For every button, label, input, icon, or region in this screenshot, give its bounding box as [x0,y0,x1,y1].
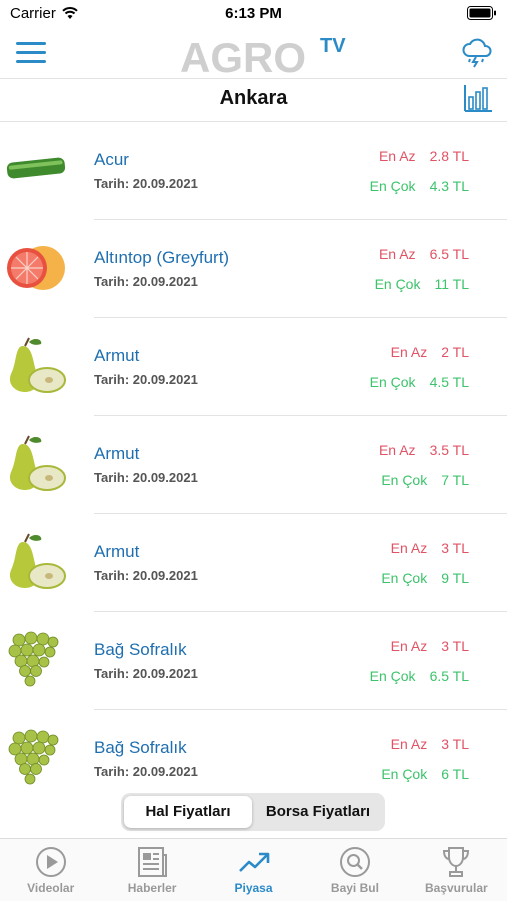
pear-icon [9,533,66,589]
list-item[interactable]: Altıntop (Greyfurt) Tarih: 20.09.2021 En… [0,220,507,318]
min-label: En Az [390,736,428,752]
max-value: 6 TL [441,766,469,782]
tab-bar: Videolar Haberler Piyasa Bayi Bul Başvur… [0,838,507,901]
product-name: Bağ Sofralık [94,640,187,659]
min-value: 2 TL [441,344,469,360]
menu-button[interactable] [16,42,46,64]
hamburger-icon [16,42,46,45]
grapefruit-icon [7,246,65,290]
cucumber-icon [6,157,66,179]
grapes-icon [8,729,59,785]
pear-icon [9,435,66,491]
agrotv-logo: AGRO TV [180,34,346,76]
max-value: 7 TL [441,472,469,488]
max-label: En Çok [374,276,421,292]
tab-videolar[interactable]: Videolar [0,839,101,901]
product-name: Armut [94,346,140,365]
max-label: En Çok [381,472,428,488]
max-value: 11 TL [434,276,469,292]
weather-storm-icon[interactable] [461,38,493,68]
search-icon [339,847,370,877]
max-value: 9 TL [441,570,469,586]
status-bar: Carrier 6:13 PM [0,0,507,28]
bar-chart-icon[interactable] [463,83,493,113]
max-value: 4.5 TL [429,374,469,390]
min-label: En Az [390,540,428,556]
segment-hal-fiyatlari[interactable]: Hal Fiyatları [124,796,252,828]
tab-piyasa[interactable]: Piyasa [203,839,304,901]
segment-borsa-fiyatlari[interactable]: Borsa Fiyatları [254,796,382,828]
max-label: En Çok [381,570,428,586]
city-header: Ankara [0,78,507,122]
min-value: 3 TL [441,736,469,752]
price-block: En Az 6.5 TL En Çok 11 TL [339,245,469,305]
min-label: En Az [390,638,428,654]
logo-text: AGRO [180,34,306,76]
trophy-icon [443,847,470,877]
min-value: 3 TL [441,540,469,556]
product-date: Tarih: 20.09.2021 [94,568,198,583]
play-icon [35,847,66,877]
price-block: En Az 2 TL En Çok 4.5 TL [339,343,469,403]
tab-label: Haberler [127,881,177,895]
max-label: En Çok [369,178,416,194]
tab-label: Piyasa [234,881,273,895]
min-label: En Az [378,442,416,458]
list-item[interactable]: Bağ Sofralık Tarih: 20.09.2021 En Az 3 TL… [0,612,507,710]
product-date: Tarih: 20.09.2021 [94,372,198,387]
min-value: 6.5 TL [429,246,469,262]
logo-superscript: TV [320,35,346,57]
min-value: 3 TL [441,638,469,654]
price-type-segment: Hal Fiyatları Borsa Fiyatları [121,793,385,831]
product-date: Tarih: 20.09.2021 [94,666,198,681]
pear-icon [9,337,66,393]
price-block: En Az 3.5 TL En Çok 7 TL [339,441,469,501]
price-block: En Az 2.8 TL En Çok 4.3 TL [339,147,469,207]
min-label: En Az [378,148,416,164]
nav-bar: AGRO TV [0,28,507,78]
product-name: Armut [94,542,140,561]
tab-bayi-bul[interactable]: Bayi Bul [304,839,405,901]
product-date: Tarih: 20.09.2021 [94,176,198,191]
min-value: 2.8 TL [429,148,469,164]
tab-label: Başvurular [424,881,488,895]
price-list[interactable]: Acur Tarih: 20.09.2021 En Az 2.8 TL En Ço… [0,122,507,832]
price-block: En Az 3 TL En Çok 6.5 TL [339,637,469,697]
product-date: Tarih: 20.09.2021 [94,470,198,485]
newspaper-icon [138,847,168,877]
tab-label: Bayi Bul [330,881,379,895]
min-label: En Az [378,246,416,262]
clock: 6:13 PM [225,5,282,22]
price-block: En Az 3 TL En Çok 6 TL [339,735,469,795]
city-title[interactable]: Ankara [0,87,507,110]
grapes-icon [8,631,59,687]
product-date: Tarih: 20.09.2021 [94,764,198,779]
list-item[interactable]: Armut Tarih: 20.09.2021 En Az 3.5 TL En Ç… [0,416,507,514]
list-item[interactable]: Armut Tarih: 20.09.2021 En Az 2 TL En Çok… [0,318,507,416]
tab-label: Videolar [27,881,75,895]
battery-icon [467,6,496,20]
trend-up-icon [238,852,269,872]
product-date: Tarih: 20.09.2021 [94,274,198,289]
max-value: 6.5 TL [429,668,469,684]
max-label: En Çok [369,668,416,684]
product-name: Armut [94,444,140,463]
list-item[interactable]: Armut Tarih: 20.09.2021 En Az 3 TL En Çok… [0,514,507,612]
max-value: 4.3 TL [429,178,469,194]
tab-haberler[interactable]: Haberler [101,839,202,901]
product-name: Bağ Sofralık [94,738,187,757]
price-block: En Az 3 TL En Çok 9 TL [339,539,469,599]
min-value: 3.5 TL [429,442,469,458]
min-label: En Az [390,344,428,360]
list-item[interactable]: Acur Tarih: 20.09.2021 En Az 2.8 TL En Ço… [0,122,507,220]
max-label: En Çok [369,374,416,390]
product-name: Altıntop (Greyfurt) [94,248,230,267]
max-label: En Çok [381,766,428,782]
tab-basvurular[interactable]: Başvurular [406,839,507,901]
product-name: Acur [94,150,129,169]
